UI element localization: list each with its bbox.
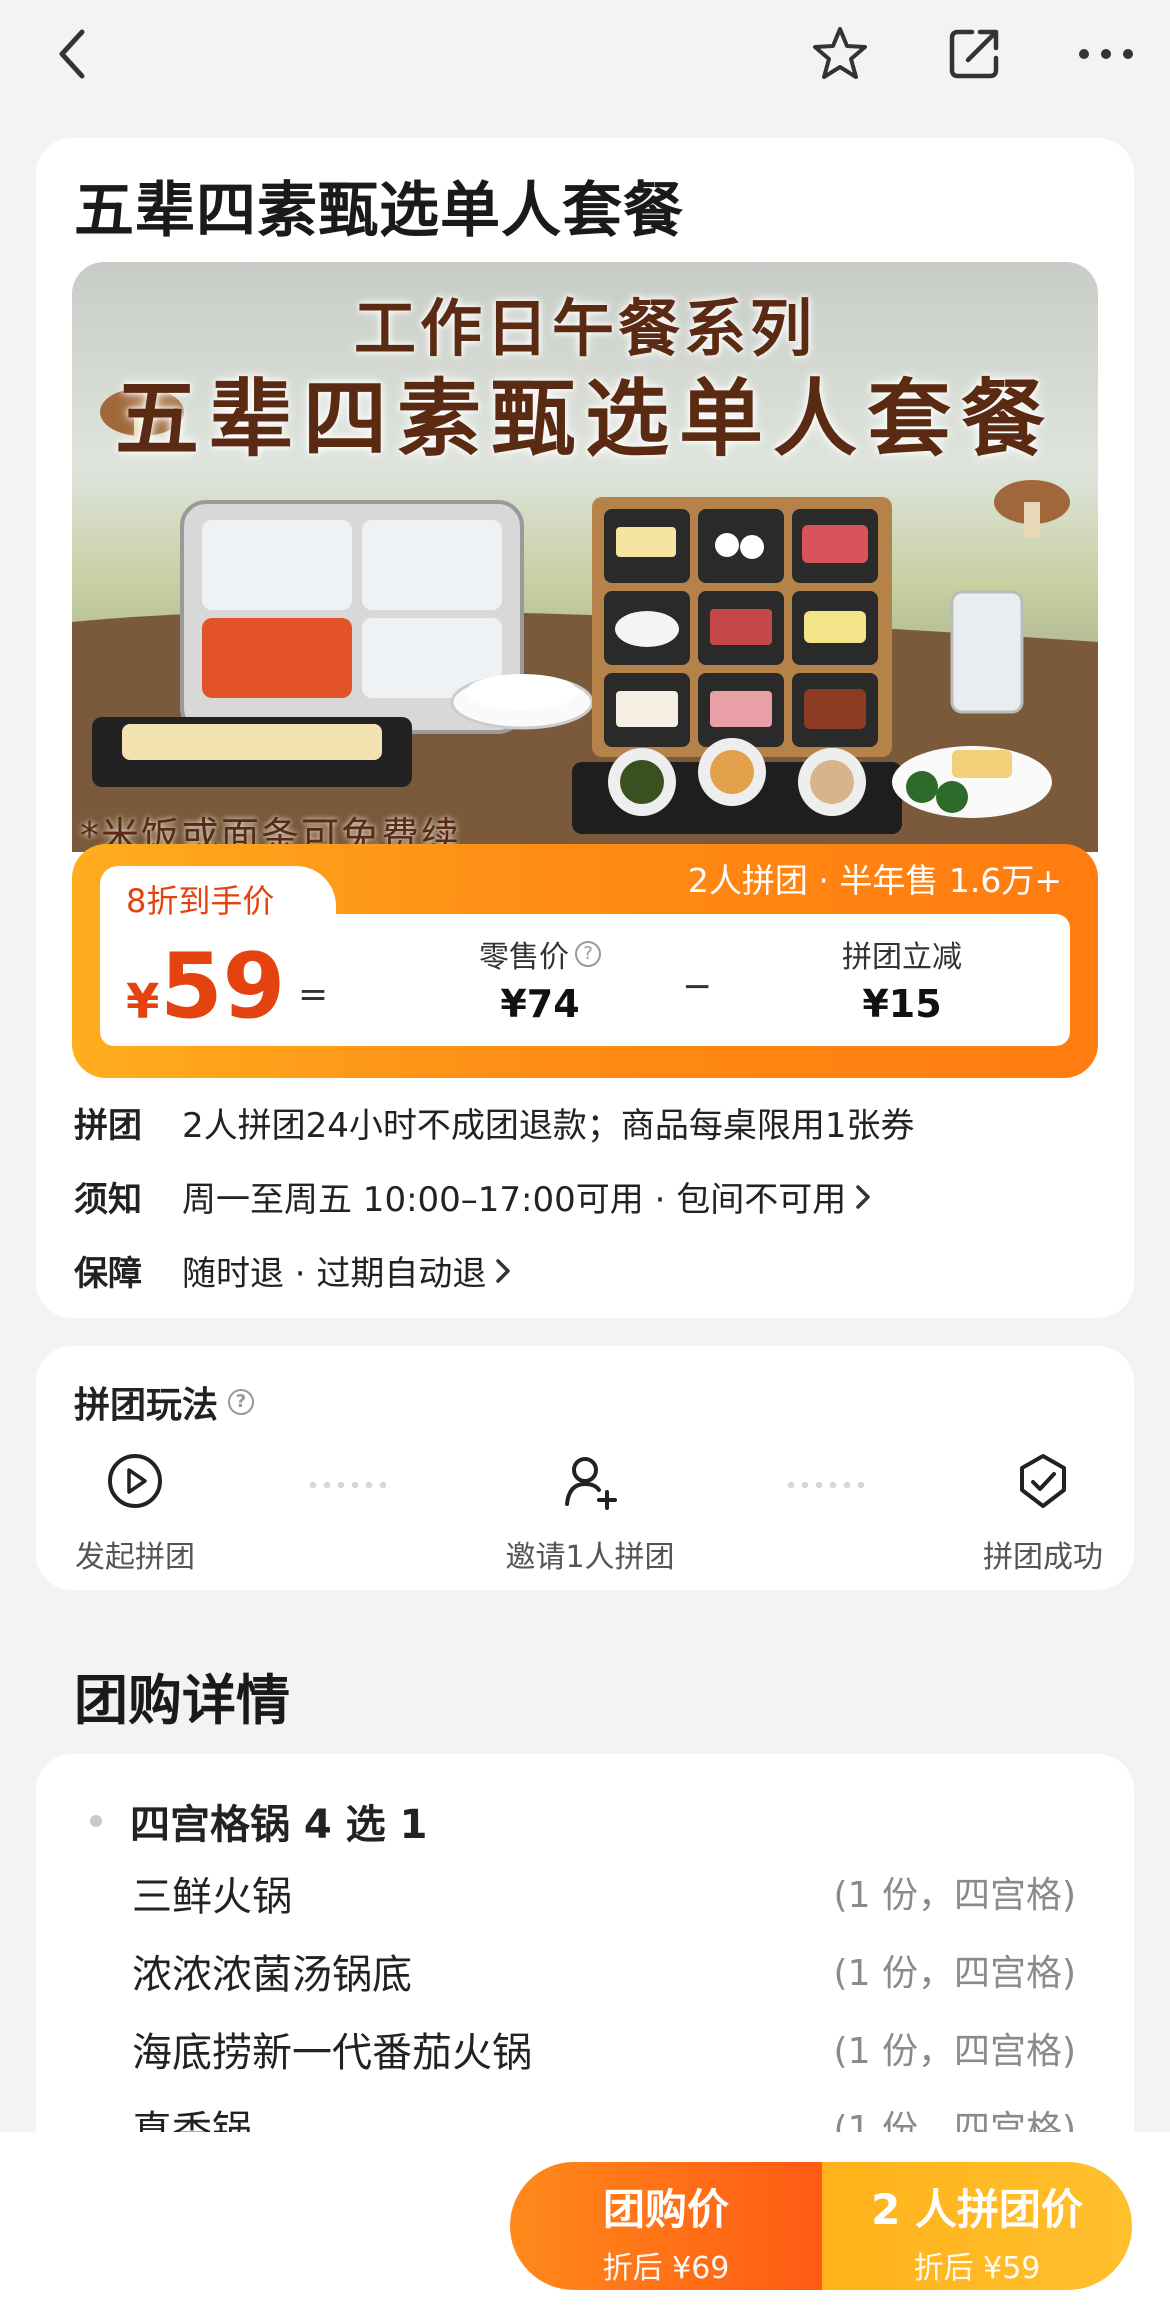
price-panel: 2人拼团 · 半年售 1.6万+ 8折到手价 ¥ 59 = 零售价? ¥74 −… bbox=[72, 844, 1098, 1078]
menu-item-name: 浓浓浓菌汤锅底 bbox=[132, 1952, 412, 1998]
step-success: 拼团成功 bbox=[978, 1452, 1108, 1576]
info-value: 2人拼团24小时不成团退款；商品每桌限用1张券 bbox=[182, 1106, 915, 1146]
pin-buy-title: 2 人拼团价 bbox=[871, 2185, 1083, 2234]
discount-tag: 8折到手价 bbox=[100, 866, 336, 932]
bullet-icon bbox=[90, 1815, 102, 1827]
sales-meta: 2人拼团 · 半年售 1.6万+ bbox=[687, 861, 1062, 900]
star-icon[interactable] bbox=[808, 22, 872, 86]
info-key: 拼团 bbox=[74, 1106, 142, 1146]
purchase-bar: 团购价 折后 ¥69 2 人拼团价 折后 ¥59 bbox=[0, 2132, 1170, 2323]
info-notice[interactable]: 须知 周一至周五 10:00–17:00可用 · 包间不可用 bbox=[74, 1172, 872, 1221]
help-icon[interactable]: ? bbox=[228, 1389, 255, 1415]
deal-currency: ¥ bbox=[126, 974, 160, 1030]
group-buy-button[interactable]: 团购价 折后 ¥69 bbox=[510, 2162, 822, 2290]
minus-sign: − bbox=[682, 966, 713, 1007]
group-flow-title: 拼团玩法 ? bbox=[74, 1376, 255, 1428]
info-key: 须知 bbox=[74, 1180, 142, 1220]
hero-headline-2: 五辈四素甄选单人套餐 bbox=[114, 370, 1055, 468]
step-start: 发起拼团 bbox=[70, 1452, 200, 1576]
info-value: 周一至周五 10:00–17:00可用 · 包间不可用 bbox=[182, 1180, 847, 1220]
share-icon[interactable] bbox=[942, 22, 1006, 86]
deal-price: 59 bbox=[160, 934, 286, 1039]
product-title: 五辈四素甄选单人套餐 bbox=[74, 176, 684, 246]
menu-item: 海底捞新一代番茄火锅 (1 份，四宫格) bbox=[132, 2020, 1076, 2078]
info-value: 随时退 · 过期自动退 bbox=[182, 1254, 487, 1294]
info-group-rule: 拼团 2人拼团24小时不成团退款；商品每桌限用1张券 bbox=[74, 1098, 915, 1147]
details-card: 四宫格锅 4 选 1 三鲜火锅 (1 份，四宫格) 浓浓浓菌汤锅底 (1 份，四… bbox=[36, 1754, 1134, 2174]
group-discount: 拼团立减 ¥15 bbox=[812, 932, 992, 1026]
top-bar bbox=[0, 0, 1170, 120]
shield-check-icon bbox=[1020, 1454, 1066, 1508]
discount-value: ¥15 bbox=[862, 982, 942, 1026]
step-invite: 邀请1人拼团 bbox=[500, 1452, 680, 1576]
group-flow-card: 拼团玩法 ? 发起拼团 邀请1人拼团 拼团成功 bbox=[36, 1346, 1134, 1590]
step-connector bbox=[306, 1482, 386, 1488]
menu-item-name: 三鲜火锅 bbox=[132, 1874, 292, 1920]
menu-item-name: 海底捞新一代番茄火锅 bbox=[132, 2030, 532, 2076]
menu-item-qty: (1 份，四宫格) bbox=[833, 1875, 1076, 1916]
product-card: 五辈四素甄选单人套餐 工作日午餐系列 五辈四素甄选单人套餐 *米饭或面条可免费续… bbox=[36, 138, 1134, 1318]
group-buy-title: 团购价 bbox=[602, 2185, 729, 2234]
more-icon[interactable] bbox=[1074, 22, 1138, 86]
menu-item-qty: (1 份，四宫格) bbox=[833, 2031, 1076, 2072]
product-hero-image[interactable]: 工作日午餐系列 五辈四素甄选单人套餐 *米饭或面条可免费续 bbox=[72, 262, 1098, 852]
step-label: 邀请1人拼团 bbox=[505, 1540, 675, 1575]
discount-label: 拼团立减 bbox=[842, 940, 962, 975]
retail-value: ¥74 bbox=[500, 982, 580, 1026]
back-icon[interactable] bbox=[40, 22, 104, 86]
retail-label: 零售价 bbox=[479, 940, 569, 975]
step-label: 拼团成功 bbox=[983, 1540, 1103, 1575]
help-icon[interactable]: ? bbox=[575, 941, 601, 967]
menu-item: 浓浓浓菌汤锅底 (1 份，四宫格) bbox=[132, 1942, 1076, 2000]
chevron-right-icon bbox=[856, 1184, 870, 1209]
info-key: 保障 bbox=[74, 1254, 142, 1294]
step-connector bbox=[784, 1482, 864, 1488]
add-user-icon bbox=[565, 1457, 617, 1510]
details-heading: 团购详情 bbox=[74, 1669, 290, 1732]
pin-buy-button[interactable]: 2 人拼团价 折后 ¥59 bbox=[822, 2162, 1132, 2290]
menu-item-qty: (1 份，四宫格) bbox=[833, 1953, 1076, 1994]
step-label: 发起拼团 bbox=[75, 1540, 195, 1575]
group-buy-sub: 折后 ¥69 bbox=[602, 2251, 730, 2286]
price-breakdown: 8折到手价 ¥ 59 = 零售价? ¥74 − 拼团立减 ¥15 bbox=[100, 866, 1070, 1046]
retail-price: 零售价? ¥74 bbox=[460, 932, 620, 1026]
menu-group-label: 四宫格锅 4 选 1 bbox=[130, 1802, 428, 1848]
menu-item: 三鲜火锅 (1 份，四宫格) bbox=[132, 1864, 1076, 1922]
info-guarantee[interactable]: 保障 随时退 · 过期自动退 bbox=[74, 1246, 512, 1295]
play-circle-icon bbox=[108, 1454, 162, 1508]
menu-group-title: 四宫格锅 4 选 1 bbox=[90, 1792, 427, 1850]
discount-tag-label: 8折到手价 bbox=[126, 882, 275, 920]
pin-buy-sub: 折后 ¥59 bbox=[913, 2251, 1041, 2286]
chevron-right-icon bbox=[496, 1258, 511, 1283]
group-flow-title-text: 拼团玩法 bbox=[74, 1385, 219, 1426]
equals-sign: = bbox=[298, 974, 329, 1015]
